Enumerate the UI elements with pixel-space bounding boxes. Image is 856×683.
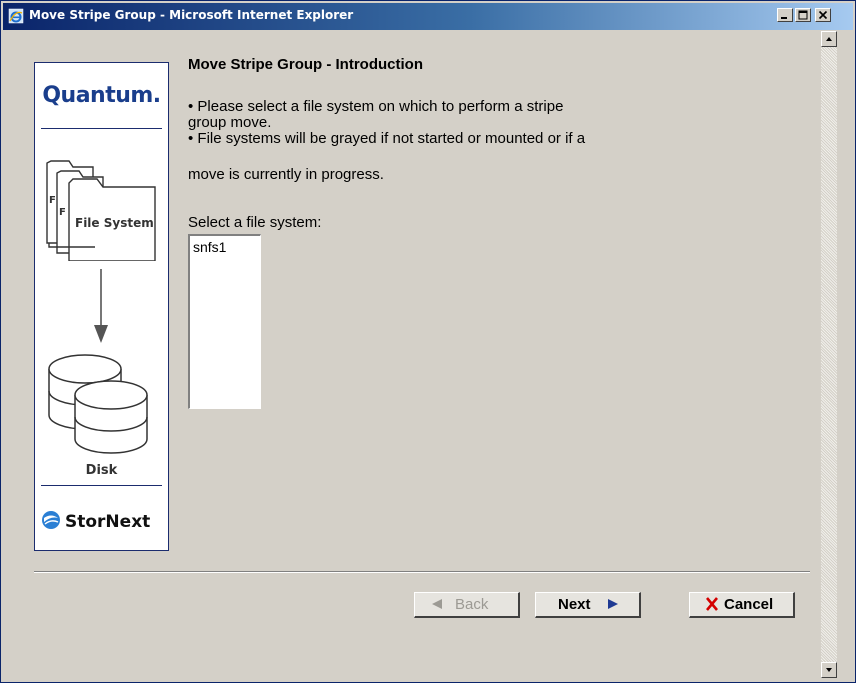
scroll-up-icon [826, 37, 832, 41]
next-label: Next [558, 596, 591, 613]
stornext-globe-icon [42, 511, 60, 529]
scroll-down-icon [826, 668, 832, 672]
close-button[interactable] [815, 8, 831, 22]
file-system-label: File System [75, 216, 154, 230]
disk-label: Disk [85, 463, 118, 478]
divider [34, 571, 810, 573]
cancel-button[interactable]: Cancel [689, 592, 795, 618]
divider [41, 128, 162, 129]
vertical-scrollbar[interactable] [821, 31, 837, 678]
scroll-up-button[interactable] [821, 31, 837, 47]
instruction-text: • File systems will be grayed if not sta… [188, 130, 586, 147]
file-system-icon: F F [46, 160, 156, 261]
cancel-label: Cancel [724, 596, 774, 613]
divider [41, 485, 162, 486]
maximize-button[interactable] [795, 8, 811, 22]
window-title: Move Stripe Group - Microsoft Internet E… [29, 8, 354, 22]
svg-text:F: F [59, 207, 66, 218]
quantum-logo: Quantum. [42, 83, 161, 108]
page-title: Move Stripe Group - Introduction [188, 56, 423, 73]
internet-explorer-icon [8, 8, 24, 24]
minimize-button[interactable] [777, 8, 793, 22]
svg-text:F: F [49, 195, 56, 206]
disk-icon [48, 354, 148, 454]
next-arrow-icon [608, 599, 618, 609]
select-file-system-label: Select a file system: [188, 214, 322, 231]
back-label: Back [455, 596, 489, 613]
minimize-icon [781, 17, 787, 19]
instruction-text: • Please select a file system on which t… [188, 98, 564, 115]
back-button[interactable]: Back [414, 592, 520, 618]
close-icon [818, 10, 828, 20]
maximize-icon [798, 10, 808, 20]
instruction-text: move is currently in progress. [188, 166, 384, 183]
list-item[interactable]: snfs1 [193, 239, 226, 255]
file-system-list[interactable]: snfs1 [188, 234, 261, 409]
next-button[interactable]: Next [535, 592, 641, 618]
stornext-label: StorNext [65, 512, 151, 532]
scroll-down-button[interactable] [821, 662, 837, 678]
back-arrow-icon [432, 599, 442, 609]
arrow-down-icon [94, 269, 108, 343]
title-bar[interactable]: Move Stripe Group - Microsoft Internet E… [3, 3, 853, 30]
instruction-text: group move. [188, 114, 272, 131]
branding-panel: Quantum. F F File System Disk StorNext [34, 62, 169, 551]
stornext-logo: StorNext [41, 510, 150, 532]
cancel-x-icon [706, 597, 718, 611]
